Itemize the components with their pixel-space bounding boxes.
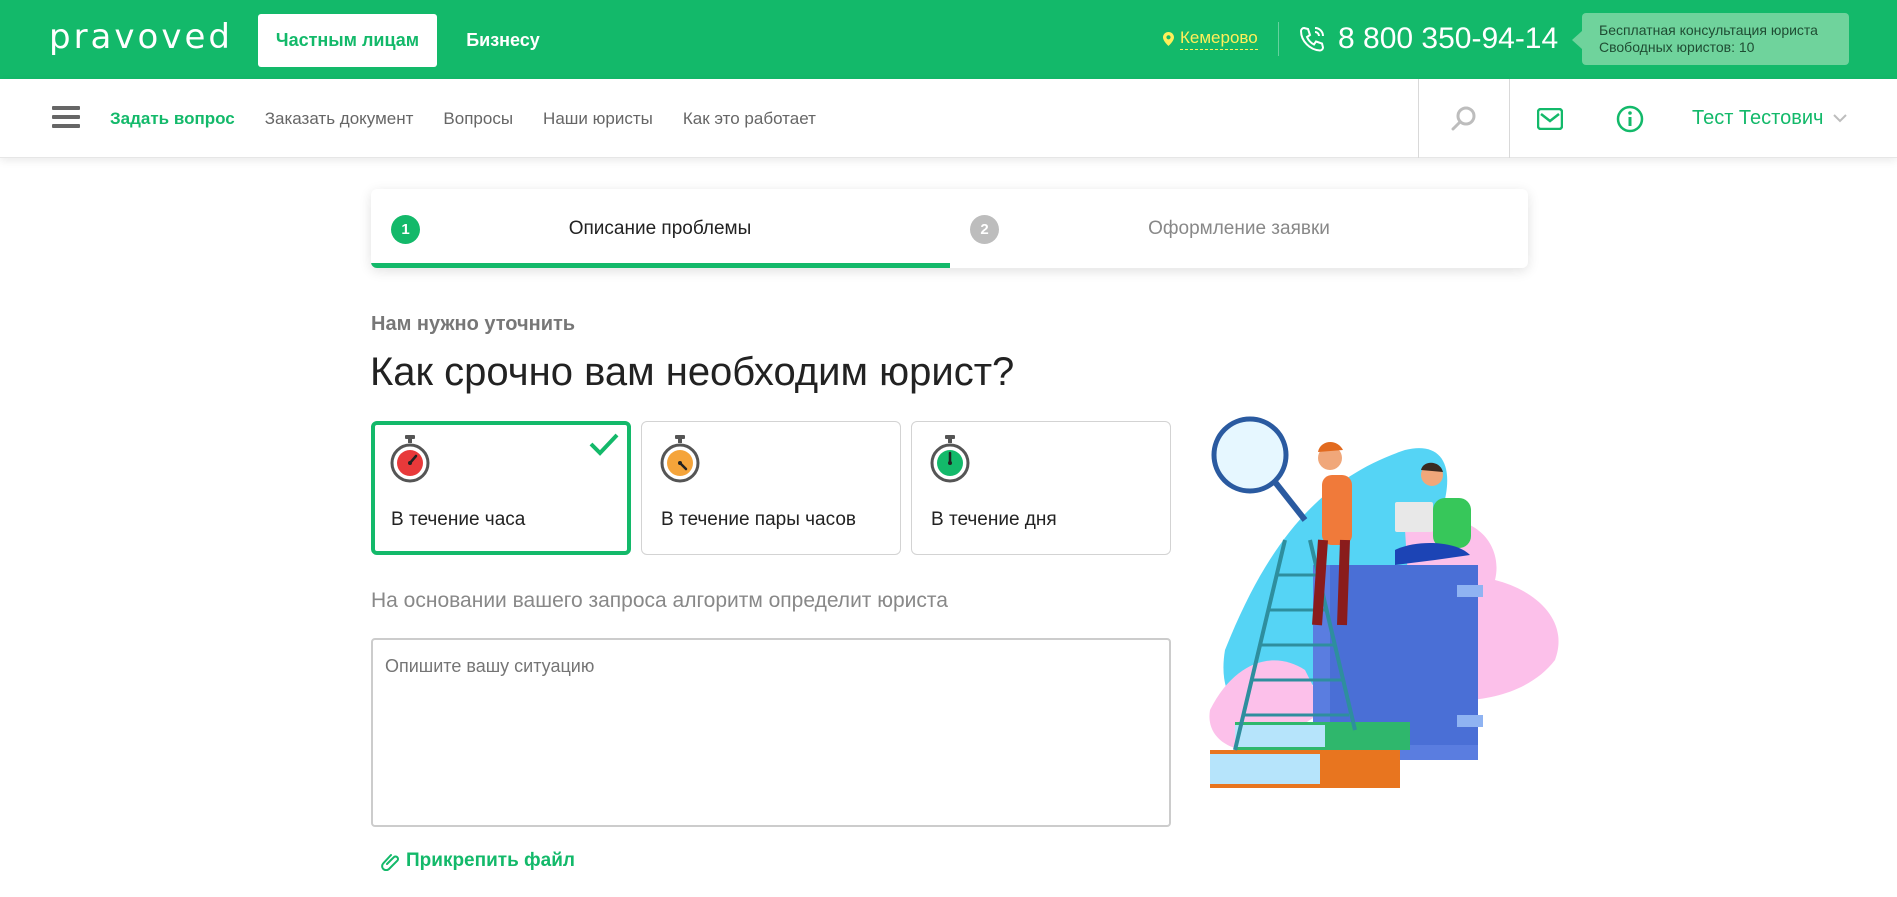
urgency-option-label: В течение часа [391, 509, 526, 530]
segment-private-button[interactable]: Частным лицам [258, 14, 437, 67]
step-1-label: Описание проблемы [568, 217, 752, 239]
svg-text:pravoved: pravoved [49, 18, 233, 57]
nav-separator [1418, 79, 1419, 158]
urgency-option-label: В течение дня [931, 509, 1057, 530]
attach-file-link[interactable]: Прикрепить файл [380, 850, 575, 872]
search-icon[interactable] [1448, 103, 1480, 135]
info-icon[interactable] [1614, 103, 1646, 135]
stopwatch-icon [660, 435, 700, 483]
step-progress-bar [371, 263, 950, 268]
top-bar: pravoved Частным лицам Бизнесу Кемерово … [0, 0, 1897, 79]
nav-lawyers[interactable]: Наши юристы [543, 109, 653, 129]
header-divider [1278, 22, 1279, 56]
step-2[interactable]: 2 Оформление заявки [950, 189, 1528, 268]
chevron-down-icon [1833, 114, 1848, 123]
check-icon [589, 433, 619, 456]
nav-questions[interactable]: Вопросы [443, 109, 513, 129]
stopwatch-icon [390, 435, 430, 483]
nav-bar: Задать вопрос Заказать документ Вопросы … [0, 79, 1897, 158]
user-name: Тест Тестович [1692, 107, 1824, 129]
steps-card: 1 Описание проблемы 2 Оформление заявки [371, 189, 1528, 268]
nav-how-it-works[interactable]: Как это работает [683, 109, 816, 129]
urgency-option-label: В течение пары часов [661, 509, 856, 530]
situation-textarea[interactable] [371, 638, 1171, 827]
attach-file-label: Прикрепить файл [406, 850, 575, 871]
form-hint: На основании вашего запроса алгоритм опр… [371, 589, 948, 612]
nav-separator [1509, 79, 1510, 158]
step-1[interactable]: 1 Описание проблемы [371, 189, 950, 268]
location-pin-icon [1163, 32, 1174, 46]
segment-business-button[interactable]: Бизнесу [446, 14, 560, 67]
phone-icon [1299, 26, 1325, 52]
lawyers-illustration [1209, 416, 1559, 788]
phone-link[interactable]: 8 800 350-94-14 [1298, 18, 1558, 60]
stopwatch-icon [930, 435, 970, 483]
consult-line-1: Бесплатная консультация юриста [1599, 22, 1818, 38]
urgency-option-couple-hours[interactable]: В течение пары часов [641, 421, 901, 555]
user-menu[interactable]: Тест Тестович [1692, 79, 1848, 158]
urgency-option-day[interactable]: В течение дня [911, 421, 1171, 555]
city-selector[interactable]: Кемерово [1163, 27, 1258, 51]
nav-ask-question[interactable]: Задать вопрос [110, 109, 235, 129]
phone-number: 8 800 350-94-14 [1338, 22, 1559, 55]
paperclip-icon [381, 854, 399, 871]
urgency-option-hour[interactable]: В течение часа [371, 421, 631, 555]
city-label: Кемерово [1180, 28, 1258, 50]
nav-links: Задать вопрос Заказать документ Вопросы … [110, 79, 846, 158]
page-title: Как срочно вам необходим юрист? [370, 350, 1015, 394]
form-kicker: Нам нужно уточнить [371, 313, 576, 335]
consult-tooltip: Бесплатная консультация юриста Свободных… [1572, 13, 1849, 65]
pravoved-logo[interactable]: pravoved [49, 18, 239, 58]
nav-order-document[interactable]: Заказать документ [265, 109, 414, 129]
consult-line-2: Свободных юристов: 10 [1599, 39, 1755, 55]
menu-icon[interactable] [52, 106, 80, 130]
step-2-label: Оформление заявки [1148, 217, 1330, 239]
mail-icon[interactable] [1534, 103, 1566, 135]
